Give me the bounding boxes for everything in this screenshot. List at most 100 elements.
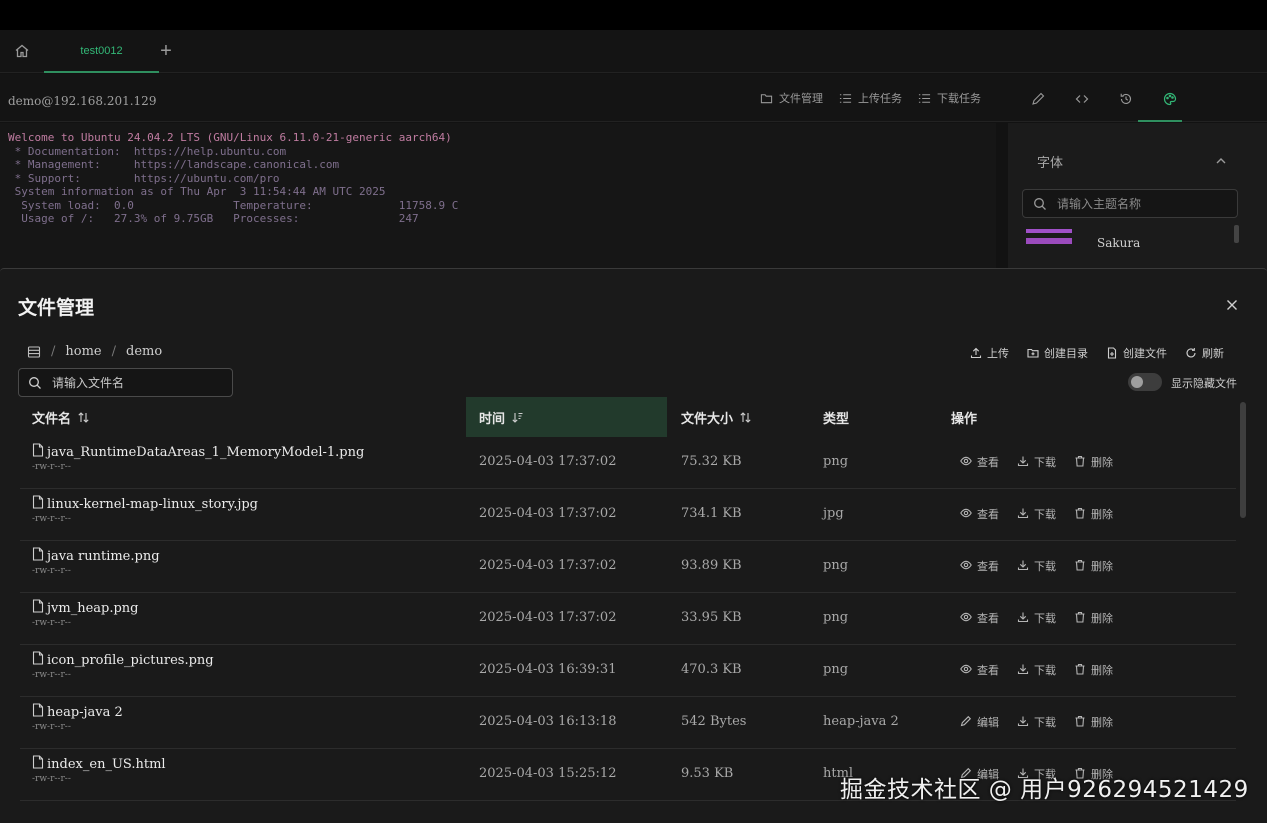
table-row[interactable]: java runtime.png -rw-r--r-- 2025-04-03 17:… <box>20 541 1236 593</box>
file-type: heap-java 2 <box>823 714 899 729</box>
view-button[interactable]: 查看 <box>960 506 999 522</box>
file-name: icon_profile_pictures.png <box>47 652 214 668</box>
op-label: 下载 <box>1034 508 1056 521</box>
column-header-size[interactable]: 文件大小 <box>681 397 752 437</box>
file-name: java runtime.png <box>47 548 160 564</box>
table-row[interactable]: icon_profile_pictures.png -rw-r--r-- 2025-… <box>20 645 1236 697</box>
column-header-name[interactable]: 文件名 <box>32 397 90 437</box>
file-type: png <box>823 558 849 573</box>
download-tasks-button[interactable]: 下载任务 <box>918 90 981 106</box>
delete-button[interactable]: 删除 <box>1074 454 1113 470</box>
view-button[interactable]: 查看 <box>960 558 999 574</box>
op-label: 查看 <box>977 612 999 625</box>
op-label: 删除 <box>1091 664 1113 677</box>
tab-session[interactable]: test0012 <box>44 30 159 73</box>
view-button[interactable]: 查看 <box>960 610 999 626</box>
storage-icon[interactable] <box>27 345 41 359</box>
tab-session-label: test0012 <box>80 44 123 57</box>
create-dir-button[interactable]: 创建目录 <box>1027 345 1088 361</box>
download-button[interactable]: 下载 <box>1017 610 1056 626</box>
column-header-time[interactable]: 时间 <box>466 397 667 437</box>
theme-swatch-bar <box>1026 229 1072 233</box>
close-icon[interactable] <box>1225 297 1239 311</box>
file-name-cell[interactable]: java runtime.png <box>32 547 160 565</box>
edit-button[interactable]: 编辑 <box>960 714 999 730</box>
list-icon <box>839 93 852 103</box>
file-permissions: -rw-r--r-- <box>32 618 71 628</box>
session-bar: demo@192.168.201.129 文件管理 上传任务 下载任务 <box>0 74 1267 122</box>
create-file-label: 创建文件 <box>1123 347 1167 360</box>
terminal-line: * Documentation: https://help.ubuntu.com <box>8 144 287 158</box>
file-icon <box>32 547 44 565</box>
file-manager-button[interactable]: 文件管理 <box>760 90 823 106</box>
file-name-cell[interactable]: icon_profile_pictures.png <box>32 651 214 669</box>
file-search-input[interactable] <box>52 374 222 392</box>
theme-search-input[interactable] <box>1057 195 1227 213</box>
download-button[interactable]: 下载 <box>1017 558 1056 574</box>
file-name-cell[interactable]: linux-kernel-map-linux_story.jpg <box>32 495 258 513</box>
toggle-knob <box>1131 376 1143 388</box>
file-search <box>18 368 233 397</box>
file-time: 2025-04-03 17:37:02 <box>479 506 617 521</box>
download-button[interactable]: 下载 <box>1017 714 1056 730</box>
delete-button[interactable]: 删除 <box>1074 714 1113 730</box>
theme-icon[interactable] <box>1148 92 1192 106</box>
download-button[interactable]: 下载 <box>1017 506 1056 522</box>
op-label: 删除 <box>1091 560 1113 573</box>
breadcrumb-home[interactable]: home <box>65 344 101 359</box>
history-icon[interactable] <box>1104 92 1148 106</box>
file-permissions: -rw-r--r-- <box>32 462 71 472</box>
file-permissions: -rw-r--r-- <box>32 722 71 732</box>
trash-icon <box>1074 507 1086 522</box>
refresh-button[interactable]: 刷新 <box>1185 345 1224 361</box>
theme-swatch[interactable] <box>1026 229 1074 255</box>
trash-icon <box>1074 715 1086 730</box>
table-row[interactable]: heap-java 2 -rw-r--r-- 2025-04-03 16:13:18… <box>20 697 1236 749</box>
file-name: jvm_heap.png <box>47 600 139 616</box>
file-type: png <box>823 662 849 677</box>
download-icon <box>1017 507 1029 522</box>
refresh-label: 刷新 <box>1202 347 1224 360</box>
theme-name[interactable]: Sakura <box>1097 236 1140 250</box>
table-scrollbar[interactable] <box>1240 402 1246 518</box>
active-tool-indicator <box>1138 120 1182 122</box>
list-icon <box>918 93 931 103</box>
plus-icon[interactable]: + <box>157 41 175 61</box>
file-name-cell[interactable]: jvm_heap.png <box>32 599 139 617</box>
file-name-cell[interactable]: index_en_US.html <box>32 755 166 773</box>
terminal-line: System information as of Thu Apr 3 11:54… <box>8 185 386 198</box>
delete-button[interactable]: 删除 <box>1074 558 1113 574</box>
file-size: 93.89 KB <box>681 558 742 573</box>
home-icon[interactable] <box>14 43 30 59</box>
create-file-button[interactable]: 创建文件 <box>1106 345 1167 361</box>
file-name-cell[interactable]: java_RuntimeDataAreas_1_MemoryModel-1.pn… <box>32 443 364 461</box>
search-icon <box>29 377 41 389</box>
chevron-up-icon[interactable] <box>1214 153 1228 167</box>
upload-button[interactable]: 上传 <box>970 345 1009 361</box>
code-icon[interactable] <box>1060 92 1104 106</box>
delete-button[interactable]: 删除 <box>1074 610 1113 626</box>
show-hidden-toggle[interactable] <box>1128 373 1162 391</box>
op-label: 查看 <box>977 664 999 677</box>
edit-icon[interactable] <box>1016 92 1060 106</box>
table-row[interactable]: linux-kernel-map-linux_story.jpg -rw-r--r… <box>20 489 1236 541</box>
theme-list-scrollbar[interactable] <box>1234 225 1239 243</box>
op-label: 查看 <box>977 560 999 573</box>
refresh-icon <box>1186 348 1196 358</box>
breadcrumb-demo[interactable]: demo <box>126 344 162 359</box>
download-icon <box>1017 455 1029 470</box>
table-row[interactable]: jvm_heap.png -rw-r--r-- 2025-04-03 17:37:0… <box>20 593 1236 645</box>
view-button[interactable]: 查看 <box>960 454 999 470</box>
download-button[interactable]: 下载 <box>1017 454 1056 470</box>
delete-button[interactable]: 删除 <box>1074 506 1113 522</box>
table-row[interactable]: java_RuntimeDataAreas_1_MemoryModel-1.pn… <box>20 437 1236 489</box>
file-name-cell[interactable]: heap-java 2 <box>32 703 123 721</box>
upload-tasks-button[interactable]: 上传任务 <box>839 90 902 106</box>
view-button[interactable]: 查看 <box>960 662 999 678</box>
file-time: 2025-04-03 17:37:02 <box>479 558 617 573</box>
op-label: 下载 <box>1034 716 1056 729</box>
download-button[interactable]: 下载 <box>1017 662 1056 678</box>
upload-label: 上传 <box>987 347 1009 360</box>
terminal-output[interactable]: Welcome to Ubuntu 24.04.2 LTS (GNU/Linux… <box>0 123 996 273</box>
delete-button[interactable]: 删除 <box>1074 662 1113 678</box>
